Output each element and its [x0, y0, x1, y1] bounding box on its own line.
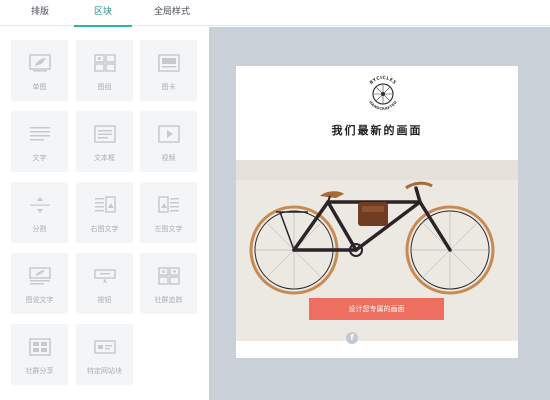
tab-bar: 排版 区块 全局样式	[0, 0, 550, 27]
tab-blocks-label: 区块	[93, 7, 112, 17]
tab-global-styles-label: 全局样式	[153, 7, 190, 17]
block-video[interactable]: 视频	[140, 111, 197, 172]
block-label: 社群追踪	[154, 296, 183, 304]
button-icon	[93, 269, 116, 284]
block-social-follow[interactable]: 社群追踪	[140, 253, 197, 314]
block-left-image-text[interactable]: 左图文字	[140, 182, 197, 243]
block-text[interactable]: 文字	[11, 111, 68, 172]
block-label: 图说文字	[25, 296, 54, 304]
block-caption-text[interactable]: 图说文字	[11, 253, 68, 314]
image-group-icon	[93, 54, 116, 72]
block-single-image[interactable]: 单图	[11, 40, 68, 101]
block-label: 社群分享	[25, 367, 54, 375]
block-label: 左图文字	[154, 225, 183, 233]
email-preview[interactable]: BYCICLES HANDCRAFTED 我们最新的画面 设计您专属的画面 f	[236, 66, 518, 358]
cta-button[interactable]: 设计您专属的画面	[309, 298, 444, 320]
block-label: 文本框	[94, 154, 115, 162]
right-image-text-icon	[94, 196, 116, 213]
block-label: 图组	[97, 83, 112, 91]
caption-text-icon	[28, 267, 51, 285]
blocks-panel: 单图 图组 图卡 文字 文本框 视频 分割 右图文字 左图文字 图说文字 按钮 …	[0, 27, 209, 400]
block-label: 视频	[161, 154, 176, 162]
website-block-icon	[93, 340, 116, 354]
facebook-icon[interactable]: f	[346, 332, 358, 344]
block-label: 特定网站块	[87, 367, 122, 375]
tab-blocks[interactable]: 区块	[74, 0, 132, 27]
block-image-card[interactable]: 图卡	[140, 40, 197, 101]
single-image-icon	[28, 54, 51, 72]
tab-layout[interactable]: 排版	[22, 0, 58, 26]
block-right-image-text[interactable]: 右图文字	[76, 182, 133, 243]
block-text-box[interactable]: 文本框	[76, 111, 133, 172]
text-icon	[29, 127, 50, 141]
tab-layout-label: 排版	[30, 7, 49, 17]
block-label: 图卡	[161, 83, 176, 91]
block-image-group[interactable]: 图组	[76, 40, 133, 101]
divider-icon	[29, 197, 50, 213]
block-social-share[interactable]: 社群分享	[11, 324, 68, 385]
email-headline: 我们最新的画面	[331, 124, 423, 137]
block-website[interactable]: 特定网站块	[76, 324, 133, 385]
social-share-icon	[28, 338, 51, 356]
text-box-icon	[93, 125, 116, 143]
block-label: 分割	[32, 225, 47, 233]
block-button[interactable]: 按钮	[76, 253, 133, 314]
block-label: 按钮	[97, 296, 112, 304]
tab-global-styles[interactable]: 全局样式	[146, 0, 198, 26]
left-image-text-icon	[157, 196, 179, 213]
video-icon	[157, 125, 180, 143]
block-label: 单图	[32, 83, 47, 91]
block-label: 右图文字	[90, 225, 119, 233]
image-card-icon	[157, 54, 180, 72]
bicycles-handcrafted-logo: BYCICLES HANDCRAFTED	[368, 75, 397, 111]
social-follow-icon	[157, 267, 180, 285]
block-label: 文字	[32, 154, 47, 162]
block-divider[interactable]: 分割	[11, 182, 68, 243]
